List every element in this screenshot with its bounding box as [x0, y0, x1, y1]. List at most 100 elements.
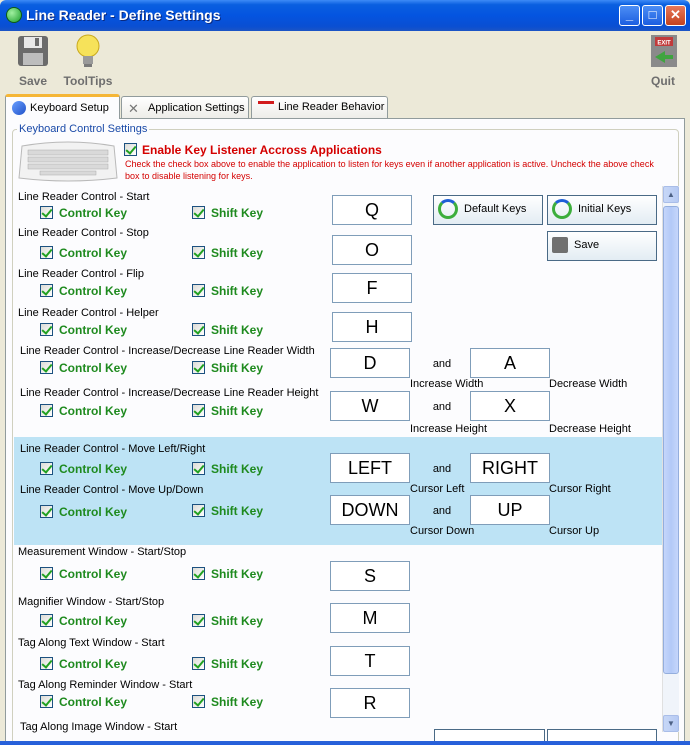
- checkbox[interactable]: [40, 404, 53, 417]
- tab-line-reader-behavior-label: Line Reader Behavior: [278, 101, 385, 113]
- control-key-label: Control Key: [59, 567, 128, 581]
- checkbox[interactable]: [40, 284, 53, 297]
- and-label: and: [432, 401, 452, 413]
- enable-checkbox-box[interactable]: [124, 143, 137, 156]
- measurement-key-field[interactable]: S: [330, 561, 410, 591]
- tag-reminder-control-key-checkbox[interactable]: Control Key: [40, 695, 127, 709]
- checkbox[interactable]: [40, 695, 53, 708]
- tag-text-control-key-checkbox[interactable]: Control Key: [40, 657, 127, 671]
- save-button[interactable]: Save: [547, 231, 657, 261]
- updown-control-key-checkbox[interactable]: Control Key: [40, 505, 127, 519]
- quit-tool-button[interactable]: EXIT Quit: [644, 31, 682, 88]
- tag-text-key-field[interactable]: T: [330, 646, 410, 676]
- updown-shift-key-checkbox[interactable]: Shift Key: [192, 504, 263, 518]
- decrease-height-key-field[interactable]: X: [470, 391, 550, 421]
- checkbox[interactable]: [40, 462, 53, 475]
- shift-key-label: Shift Key: [211, 567, 264, 581]
- height-control-key-checkbox[interactable]: Control Key: [40, 404, 127, 418]
- scroll-down-arrow-icon[interactable]: ▼: [663, 715, 679, 732]
- row-label-magnifier: Magnifier Window - Start/Stop: [18, 596, 165, 608]
- checkbox[interactable]: [40, 246, 53, 259]
- enable-key-listener-checkbox[interactable]: Enable Key Listener Accross Applications: [124, 143, 382, 157]
- flip-control-key-checkbox[interactable]: Control Key: [40, 284, 127, 298]
- checkbox[interactable]: [40, 614, 53, 627]
- close-button[interactable]: ✕: [665, 5, 686, 26]
- save-tool-button[interactable]: Save: [11, 33, 55, 88]
- magnifier-control-key-checkbox[interactable]: Control Key: [40, 614, 127, 628]
- tag-reminder-shift-key-checkbox[interactable]: Shift Key: [192, 695, 263, 709]
- helper-shift-key-checkbox[interactable]: Shift Key: [192, 323, 263, 337]
- checkbox[interactable]: [192, 614, 205, 627]
- initial-keys-label: Initial Keys: [578, 203, 632, 215]
- tab-application-settings[interactable]: ✕ Application Settings: [121, 96, 249, 120]
- line-reader-icon: [258, 101, 274, 113]
- stop-key-field[interactable]: O: [332, 235, 412, 265]
- tag-reminder-key-field[interactable]: R: [330, 688, 410, 718]
- start-control-key-checkbox[interactable]: Control Key: [40, 206, 127, 220]
- stop-shift-key-checkbox[interactable]: Shift Key: [192, 246, 263, 260]
- scroll-up-arrow-icon[interactable]: ▲: [663, 186, 679, 203]
- leftright-control-key-checkbox[interactable]: Control Key: [40, 462, 127, 476]
- start-shift-key-checkbox[interactable]: Shift Key: [192, 206, 263, 220]
- checkbox[interactable]: [40, 361, 53, 374]
- checkbox[interactable]: [40, 567, 53, 580]
- width-shift-key-checkbox[interactable]: Shift Key: [192, 361, 263, 375]
- initial-keys-button[interactable]: Initial Keys: [547, 195, 657, 225]
- shift-key-label: Shift Key: [211, 614, 264, 628]
- increase-width-key-field[interactable]: D: [330, 348, 410, 378]
- start-key-field[interactable]: Q: [332, 195, 412, 225]
- tab-line-reader-behavior[interactable]: Line Reader Behavior: [251, 96, 388, 120]
- checkbox[interactable]: [192, 323, 205, 336]
- tab-keyboard-setup-label: Keyboard Setup: [30, 101, 109, 114]
- row-label-move-up-down: Line Reader Control - Move Up/Down: [20, 484, 204, 496]
- decrease-width-key-field[interactable]: A: [470, 348, 550, 378]
- checkbox[interactable]: [192, 246, 205, 259]
- checkbox[interactable]: [192, 462, 205, 475]
- tag-text-shift-key-checkbox[interactable]: Shift Key: [192, 657, 263, 671]
- checkbox[interactable]: [40, 323, 53, 336]
- control-key-label: Control Key: [59, 323, 128, 337]
- width-control-key-checkbox[interactable]: Control Key: [40, 361, 127, 375]
- measurement-control-key-checkbox[interactable]: Control Key: [40, 567, 127, 581]
- default-keys-button[interactable]: Default Keys: [433, 195, 543, 225]
- scrollbar-thumb[interactable]: [663, 206, 679, 674]
- tab-keyboard-setup[interactable]: Keyboard Setup: [5, 94, 120, 119]
- row-label-stop: Line Reader Control - Stop: [18, 227, 149, 239]
- checkbox[interactable]: [40, 505, 53, 518]
- measurement-shift-key-checkbox[interactable]: Shift Key: [192, 567, 263, 581]
- height-shift-key-checkbox[interactable]: Shift Key: [192, 404, 263, 418]
- checkbox[interactable]: [192, 361, 205, 374]
- helper-control-key-checkbox[interactable]: Control Key: [40, 323, 127, 337]
- magnifier-key-field[interactable]: M: [330, 603, 410, 633]
- cursor-left-key-field[interactable]: LEFT: [330, 453, 410, 483]
- cursor-down-label: Cursor Down: [410, 525, 475, 537]
- stop-control-key-checkbox[interactable]: Control Key: [40, 246, 127, 260]
- checkbox[interactable]: [40, 206, 53, 219]
- checkbox[interactable]: [192, 284, 205, 297]
- checkbox[interactable]: [192, 567, 205, 580]
- increase-height-label: Increase Height: [410, 423, 488, 435]
- magnifier-shift-key-checkbox[interactable]: Shift Key: [192, 614, 263, 628]
- cursor-up-key-field[interactable]: UP: [470, 495, 550, 525]
- checkbox[interactable]: [192, 404, 205, 417]
- checkbox[interactable]: [192, 206, 205, 219]
- leftright-shift-key-checkbox[interactable]: Shift Key: [192, 462, 263, 476]
- checkbox[interactable]: [192, 657, 205, 670]
- tooltips-tool-button[interactable]: ToolTips: [60, 31, 116, 88]
- vertical-scrollbar[interactable]: ▲ ▼: [662, 186, 679, 732]
- row-label-move-left-right: Line Reader Control - Move Left/Right: [20, 443, 206, 455]
- checkbox[interactable]: [40, 657, 53, 670]
- maximize-button[interactable]: □: [642, 5, 663, 26]
- cursor-right-key-field[interactable]: RIGHT: [470, 453, 550, 483]
- cursor-down-key-field[interactable]: DOWN: [330, 495, 410, 525]
- flip-shift-key-checkbox[interactable]: Shift Key: [192, 284, 263, 298]
- decrease-width-label: Decrease Width: [549, 378, 628, 390]
- increase-height-key-field[interactable]: W: [330, 391, 410, 421]
- checkbox[interactable]: [192, 504, 205, 517]
- flip-key-field[interactable]: F: [332, 273, 412, 303]
- helper-key-field[interactable]: H: [332, 312, 412, 342]
- row-label-tag-along-text: Tag Along Text Window - Start: [18, 637, 165, 649]
- control-key-label: Control Key: [59, 206, 128, 220]
- checkbox[interactable]: [192, 695, 205, 708]
- minimize-button[interactable]: _: [619, 5, 640, 26]
